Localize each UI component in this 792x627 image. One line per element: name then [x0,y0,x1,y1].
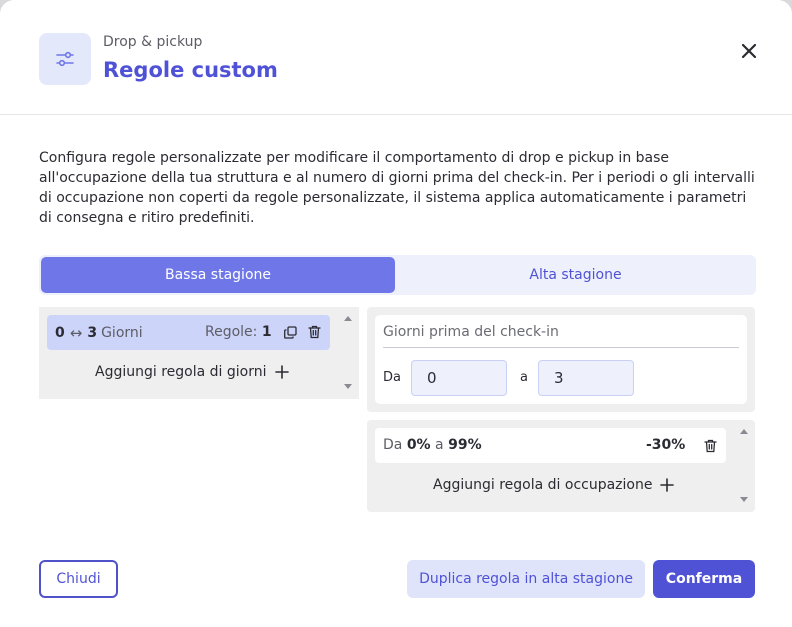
add-occupancy-rule-label: Aggiungi regola di occupazione [433,477,653,493]
day-rule-to: 3 [87,324,98,341]
to-label: a [520,370,528,385]
day-rule-item[interactable]: 0 ↔ 3 Giorni Regole: 1 [47,315,330,350]
occupancy-range: Da 0% a 99% [383,437,482,453]
scroll-down-arrow[interactable] [740,497,748,502]
day-rule-count: Regole: 1 [205,324,272,340]
modal-header: Drop & pickup Regole custom [0,0,792,115]
occupancy-to: 99% [448,437,482,453]
close-button[interactable]: Chiudi [39,560,118,598]
days-editor-card: Giorni prima del check-in Da 0 a 3 [375,315,747,404]
occupancy-sep: a [435,437,444,453]
trash-icon[interactable] [306,324,322,340]
add-day-rule-button[interactable]: Aggiungi regola di giorni [95,364,289,380]
day-rules-panel: 0 ↔ 3 Giorni Regole: 1 Aggiungi regola d… [39,307,359,399]
days-editor-panel: Giorni prima del check-in Da 0 a 3 [367,307,755,412]
occupancy-rule-item[interactable]: Da 0% a 99% -30% [375,428,726,463]
copy-icon[interactable] [282,324,298,340]
occupancy-discount: -30% [646,437,686,453]
modal-subtitle: Drop & pickup [103,34,203,50]
plus-icon [274,365,289,379]
duplicate-high-season-button[interactable]: Duplica regola in alta stagione [407,560,645,598]
occupancy-from: 0% [406,437,431,453]
occupancy-prefix: Da [383,437,403,453]
add-day-rule-label: Aggiungi regola di giorni [95,364,267,380]
modal-description: Configura regole personalizzate per modi… [39,150,755,226]
from-days-input[interactable]: 0 [411,360,507,396]
day-rule-count-value: 1 [261,324,272,340]
scroll-up-arrow[interactable] [344,316,352,321]
modal-title: Regole custom [103,58,278,82]
days-before-checkin-label: Giorni prima del check-in [383,324,739,348]
sliders-icon [39,33,91,85]
tab-bassa-stagione[interactable]: Bassa stagione [41,257,395,293]
day-rule-count-label: Regole: [205,324,258,340]
add-occupancy-rule-button[interactable]: Aggiungi regola di occupazione [433,477,675,493]
to-days-input[interactable]: 3 [538,360,634,396]
trash-icon[interactable] [702,438,718,454]
tab-alta-stagione[interactable]: Alta stagione [397,257,754,293]
scroll-up-arrow[interactable] [740,429,748,434]
custom-rules-modal: Drop & pickup Regole custom Configura re… [0,0,792,627]
day-rule-arrow: ↔ [69,323,83,342]
close-icon[interactable] [734,36,764,66]
day-rule-unit: Giorni [101,324,143,341]
season-tabs: Bassa stagione Alta stagione [39,255,756,295]
confirm-button[interactable]: Conferma [653,560,755,598]
day-rule-from: 0 [55,324,65,341]
from-label: Da [383,370,401,385]
occupancy-rules-panel: Da 0% a 99% -30% Aggiungi regola di occu… [367,420,755,512]
scroll-down-arrow[interactable] [344,384,352,389]
plus-icon [660,478,675,492]
